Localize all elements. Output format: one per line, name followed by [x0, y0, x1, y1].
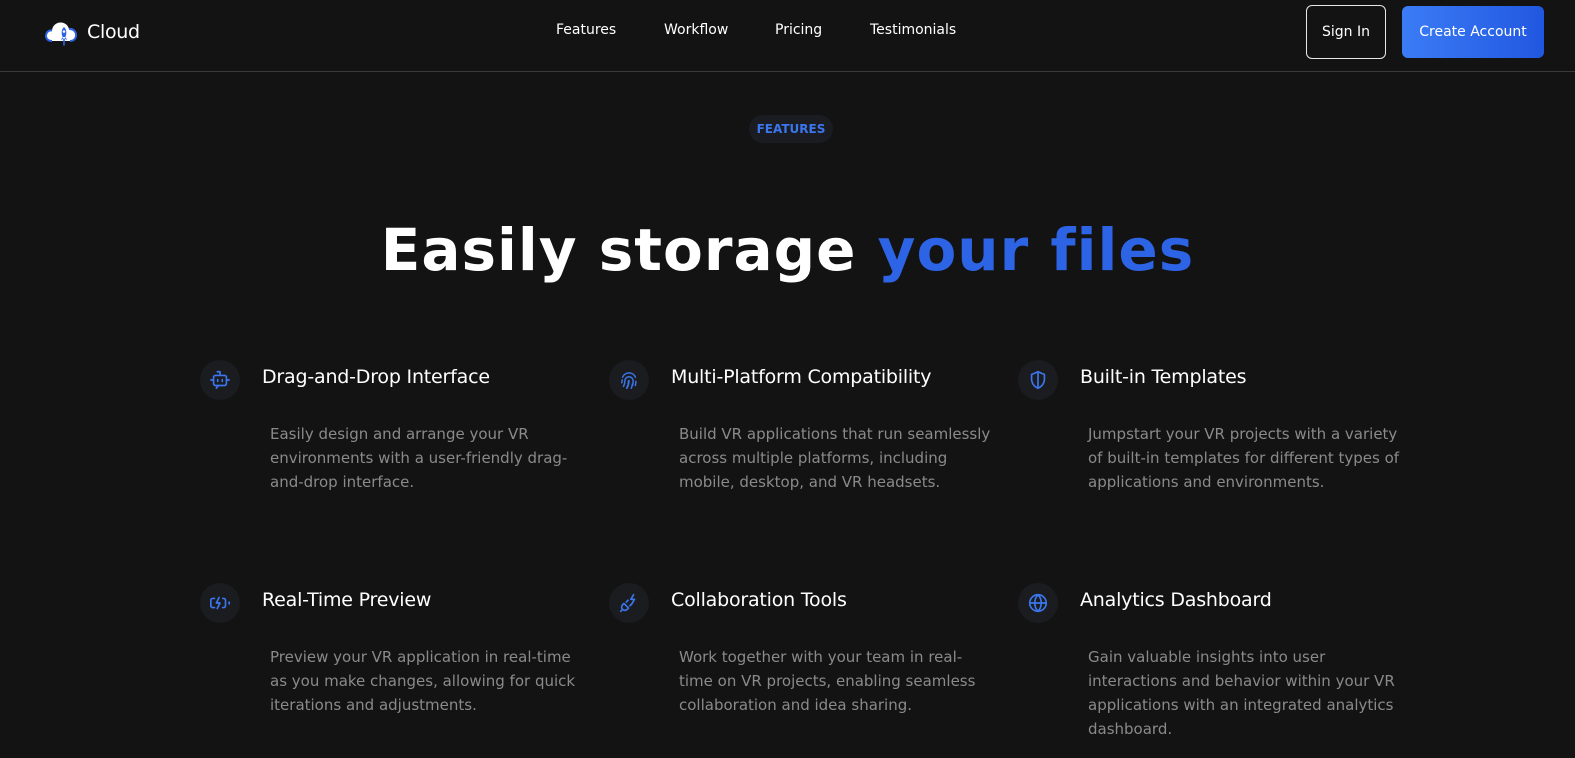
feature-icon-wrap	[609, 583, 649, 623]
feature-description: Easily design and arrange your VR enviro…	[270, 425, 568, 491]
bot-icon	[210, 370, 230, 390]
feature-description: Preview your VR application in real-time…	[270, 648, 576, 714]
feature-description: Jumpstart your VR projects with a variet…	[1088, 425, 1400, 491]
nav-link-workflow[interactable]: Workflow	[664, 22, 728, 38]
feature-icon-wrap	[609, 360, 649, 400]
site-header: Cloud Features Workflow Pricing Testimon…	[0, 0, 1575, 72]
feature-description: Gain valuable insights into user interac…	[1088, 648, 1395, 738]
sign-in-button[interactable]: Sign In	[1306, 5, 1386, 59]
feature-title: Analytics Dashboard	[1080, 589, 1272, 611]
feature-title: Collaboration Tools	[671, 589, 847, 611]
feature-title: Built-in Templates	[1080, 366, 1247, 388]
feature-icon-wrap	[1018, 360, 1058, 400]
headline-accent-text: your files	[877, 216, 1195, 284]
plug-zap-icon	[619, 593, 636, 613]
headline-text: Easily storage	[380, 216, 878, 284]
feature-icon-wrap	[200, 583, 240, 623]
feature-icon-wrap	[1018, 583, 1058, 623]
feature-title: Drag-and-Drop Interface	[262, 366, 490, 388]
nav-link-testimonials[interactable]: Testimonials	[870, 22, 956, 38]
section-eyebrow-badge: FEATURES	[749, 115, 833, 143]
globe-icon	[1028, 593, 1048, 613]
feature-icon-wrap	[200, 360, 240, 400]
nav-link-features[interactable]: Features	[556, 22, 616, 38]
create-account-button[interactable]: Create Account	[1402, 6, 1544, 58]
landing-page: Cloud Features Workflow Pricing Testimon…	[0, 0, 1575, 758]
feature-title: Real-Time Preview	[262, 589, 432, 611]
battery-charging-icon	[210, 596, 230, 610]
shield-icon	[1030, 370, 1046, 390]
feature-description: Work together with your team in real-tim…	[679, 648, 976, 714]
feature-description: Build VR applications that run seamlessl…	[679, 425, 991, 491]
nav-link-pricing[interactable]: Pricing	[775, 22, 822, 38]
section-headline: Easily storage your files	[0, 212, 1575, 288]
fingerprint-icon	[620, 372, 637, 389]
feature-title: Multi-Platform Compatibility	[671, 366, 932, 388]
